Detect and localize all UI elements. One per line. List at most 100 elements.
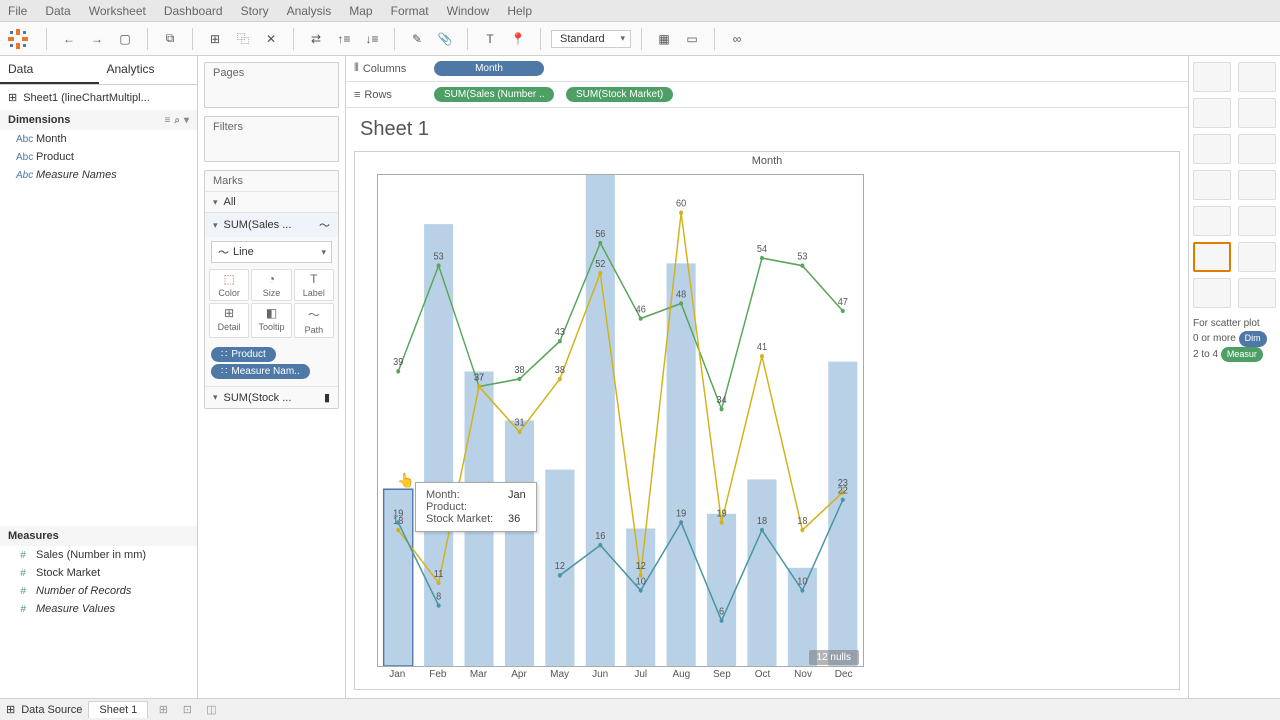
hash-icon: # [16,568,30,579]
columns-shelf[interactable]: ⦀Columns Month [346,56,1188,82]
highlight-button[interactable]: ✎ [405,27,429,51]
showme-line[interactable] [1193,206,1231,236]
field-num-records[interactable]: #Number of Records [0,582,197,600]
menu-data[interactable]: Data [45,4,70,18]
pill-sum-sales[interactable]: SUM(Sales (Number .. [434,87,554,102]
chevron-down-icon: ▾ [213,220,218,231]
showme-scatter[interactable] [1193,242,1231,272]
showme-area[interactable] [1238,206,1276,236]
show-hide-button[interactable]: ▦ [652,27,676,51]
menu-file[interactable]: File [8,4,27,18]
worksheet-area: ⦀Columns Month ≡Rows SUM(Sales (Number .… [346,56,1188,698]
field-stock-market[interactable]: #Stock Market [0,564,197,582]
showme-circle-views[interactable] [1238,170,1276,200]
svg-text:47: 47 [838,296,848,308]
menu-format[interactable]: Format [391,4,429,18]
field-sales[interactable]: #Sales (Number in mm) [0,546,197,564]
presentation-button[interactable]: ▭ [680,27,704,51]
share-button[interactable]: ∞ [725,27,749,51]
pill-sum-stock[interactable]: SUM(Stock Market) [566,87,673,102]
sort-desc-button[interactable]: ↓≡ [360,27,384,51]
mark-size[interactable]: ◔Size [251,269,291,301]
sort-asc-button[interactable]: ↑≡ [332,27,356,51]
rows-shelf[interactable]: ≡Rows SUM(Sales (Number .. SUM(Stock Mar… [346,82,1188,108]
pill-measure-names[interactable]: ∷Measure Nam.. [211,364,310,379]
sheet1-tab[interactable]: Sheet 1 [88,701,148,718]
pin-button[interactable]: 📍 [506,27,530,51]
showme-hint: For scatter plot 0 or more Dim 2 to 4 Me… [1193,316,1276,362]
marks-sum-stock[interactable]: ▾SUM(Stock ...▮ [205,386,338,408]
menu-map[interactable]: Map [349,4,372,18]
pages-shelf[interactable]: Pages [204,62,339,108]
back-button[interactable]: ← [57,27,81,51]
field-measure-values[interactable]: #Measure Values [0,600,197,618]
labels-button[interactable]: T [478,27,502,51]
pill-product[interactable]: ∷Product [211,347,276,362]
menu-icon[interactable]: ▾ [184,115,189,126]
showme-hbar[interactable] [1193,134,1231,164]
viz-canvas[interactable]: Month 3953373843564648345453471811373138… [354,151,1180,690]
filters-shelf[interactable]: Filters [204,116,339,162]
svg-text:52: 52 [595,259,605,271]
new-dashboard-button[interactable]: ⊡ [178,703,196,716]
menu-story[interactable]: Story [241,4,269,18]
forward-button[interactable]: → [85,27,109,51]
chart-svg: 3953373843564648345453471811373138521260… [378,175,863,666]
svg-text:31: 31 [514,417,524,429]
mark-detail[interactable]: ⊞Detail [209,303,249,338]
nulls-indicator[interactable]: 12 nulls [809,650,859,665]
sheet-title[interactable]: Sheet 1 [346,108,1188,151]
showme-gantt[interactable] [1238,278,1276,308]
field-product[interactable]: AbcProduct [0,148,197,166]
tab-data[interactable]: Data [0,56,99,84]
new-story-button[interactable]: ◫ [202,703,220,716]
rows-icon: ≡ [354,89,360,101]
x-tick: Oct [742,669,783,687]
fit-select[interactable]: Standard [551,30,631,48]
showme-histogram[interactable] [1238,242,1276,272]
mark-type-select[interactable]: 〜Line [211,241,332,263]
marks-sum-sales[interactable]: ▾SUM(Sales ...〜 [205,212,338,237]
showme-stacked-bar[interactable] [1238,134,1276,164]
datasource-tab-icon[interactable]: ⊞ [6,703,15,716]
showme-map[interactable] [1193,98,1231,128]
mark-color[interactable]: ⬚Color [209,269,249,301]
mark-tooltip[interactable]: ◧Tooltip [251,303,291,338]
hash-icon: # [16,604,30,615]
marks-title: Marks [205,171,338,191]
tooltip-icon: ◧ [266,306,277,320]
svg-text:11: 11 [434,568,443,580]
new-datasource-button[interactable]: ⧉ [158,27,182,51]
cursor-icon: 👆 [397,472,414,489]
showme-heatmap[interactable] [1238,62,1276,92]
datasource-tab[interactable]: Data Source [21,704,82,716]
showme-treemap[interactable] [1193,170,1231,200]
tab-analytics[interactable]: Analytics [99,56,198,84]
mark-label[interactable]: TLabel [294,269,334,301]
pill-month[interactable]: Month [434,61,544,76]
showme-box[interactable] [1193,278,1231,308]
showme-text-table[interactable] [1193,62,1231,92]
svg-text:10: 10 [797,576,808,588]
swap-button[interactable]: ⇄ [304,27,328,51]
field-measure-names[interactable]: AbcMeasure Names [0,166,197,184]
menu-window[interactable]: Window [447,4,490,18]
search-icon[interactable]: ⌕ [174,115,180,126]
new-worksheet-button[interactable]: ⊞ [203,27,227,51]
datasource-row[interactable]: ⊞ Sheet1 (lineChartMultipl... [0,85,197,110]
group-button[interactable]: 📎 [433,27,457,51]
view-icon[interactable]: ≡ [165,115,171,126]
menu-help[interactable]: Help [507,4,532,18]
menu-dashboard[interactable]: Dashboard [164,4,223,18]
mark-path[interactable]: 〜Path [294,303,334,338]
menu-worksheet[interactable]: Worksheet [89,4,146,18]
field-month[interactable]: AbcMonth [0,130,197,148]
marks-all[interactable]: ▾All [205,191,338,212]
clear-button[interactable]: ✕ [259,27,283,51]
new-sheet-button[interactable]: ⊞ [154,703,172,716]
menu-analysis[interactable]: Analysis [287,4,332,18]
showme-symbol-map[interactable] [1238,98,1276,128]
duplicate-button[interactable]: ⿻ [231,27,255,51]
save-button[interactable]: ▢ [113,27,137,51]
axis-title: Month [752,155,783,167]
